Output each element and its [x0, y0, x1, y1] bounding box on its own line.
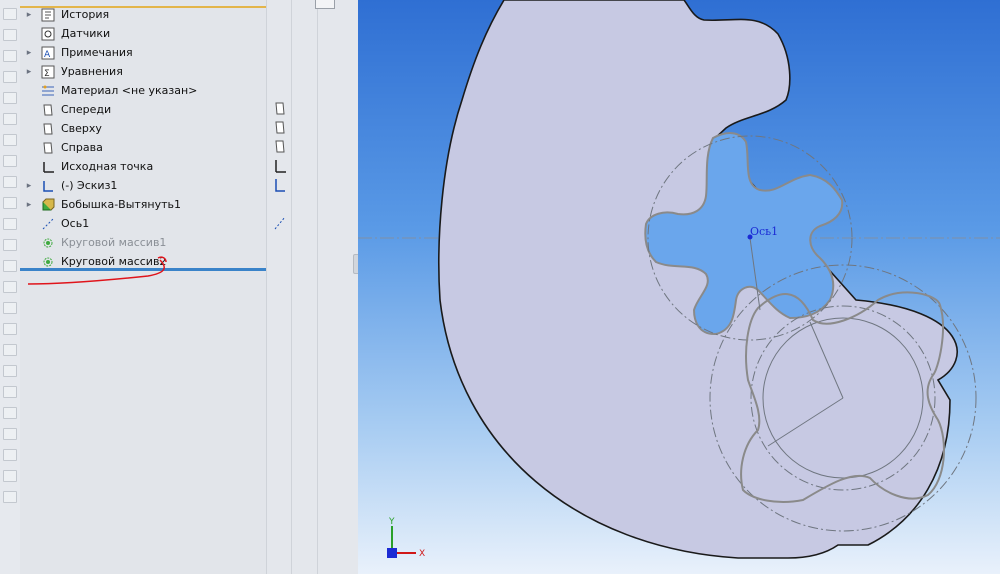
tree-item[interactable]: Исходная точка — [20, 157, 266, 176]
toolbar-tool-icon[interactable] — [3, 50, 17, 62]
command-toolbar-strip — [0, 0, 21, 574]
tree-item-label: История — [61, 8, 110, 21]
toolbar-tool-icon[interactable] — [3, 134, 17, 146]
toolbar-tool-icon[interactable] — [3, 239, 17, 251]
annotations-icon: A — [40, 45, 56, 61]
tree-item-label: Справа — [61, 141, 103, 154]
tree-item[interactable]: Справа — [20, 138, 266, 157]
tree-item[interactable]: ▸ (-) Эскиз1 — [20, 176, 266, 195]
toolbar-tool-icon[interactable] — [3, 155, 17, 167]
tree-item[interactable]: Сверху — [20, 119, 266, 138]
display-pane-divider — [291, 0, 292, 574]
display-origin-icon[interactable] — [273, 158, 287, 174]
tree-item[interactable]: Ось1 — [20, 214, 266, 233]
axis-icon — [40, 216, 56, 232]
tree-item-label: Бобышка-Вытянуть1 — [61, 198, 182, 211]
svg-text:A: A — [44, 50, 51, 60]
display-axis-icon[interactable] — [273, 215, 287, 231]
expand-arrow-icon[interactable]: ▸ — [22, 200, 36, 210]
display-plane-icon[interactable] — [273, 139, 287, 155]
toolbar-tool-icon[interactable] — [3, 344, 17, 356]
triad-y-label: Y — [388, 517, 395, 527]
plane-icon — [40, 121, 56, 137]
toolbar-tool-icon[interactable] — [3, 218, 17, 230]
tree-item-label: Исходная точка — [61, 160, 154, 173]
svg-text:Σ: Σ — [44, 69, 50, 79]
expand-arrow-icon[interactable]: ▸ — [22, 181, 36, 191]
origin-icon — [40, 159, 56, 175]
plane-icon — [40, 102, 56, 118]
tree-item[interactable]: ▸ A Примечания — [20, 43, 266, 62]
feature-tree-panel: ▸ История Датчики ▸ A Примечания ▸ Σ Уравнения Ма… — [20, 0, 266, 574]
extrude-icon — [40, 197, 56, 213]
toolbar-tool-icon[interactable] — [3, 8, 17, 20]
red-annotation-stroke — [27, 256, 167, 285]
equations-icon: Σ — [40, 64, 56, 80]
toolbar-tool-icon[interactable] — [3, 470, 17, 482]
toolbar-tool-icon[interactable] — [3, 281, 17, 293]
toolbar-tool-icon[interactable] — [3, 71, 17, 83]
sensor-icon — [40, 26, 56, 42]
display-plane-icon[interactable] — [273, 120, 287, 136]
plane-icon — [40, 140, 56, 156]
material-icon — [40, 83, 56, 99]
toolbar-tool-icon[interactable] — [3, 176, 17, 188]
expand-arrow-icon[interactable]: ▸ — [22, 10, 36, 20]
display-sketch-icon[interactable] — [273, 177, 287, 193]
tree-item[interactable]: ▸ Σ Уравнения — [20, 62, 266, 81]
toolbar-tool-icon[interactable] — [3, 197, 17, 209]
display-pane — [266, 0, 361, 574]
tree-item-label: (-) Эскиз1 — [61, 179, 118, 192]
tree-item-label: Датчики — [61, 27, 111, 40]
display-pane-divider-2 — [317, 0, 318, 574]
toolbar-tool-icon[interactable] — [3, 428, 17, 440]
tree-item[interactable]: ▸ Бобышка-Вытянуть1 — [20, 195, 266, 214]
toolbar-tool-icon[interactable] — [3, 407, 17, 419]
toolbar-tool-icon[interactable] — [3, 92, 17, 104]
tree-item[interactable]: Материал <не указан> — [20, 81, 266, 100]
coordinate-triad: Y X — [387, 517, 425, 559]
tree-item-label: Круговой массив1 — [61, 236, 167, 249]
toolbar-tool-icon[interactable] — [3, 365, 17, 377]
toolbar-tool-icon[interactable] — [3, 302, 17, 314]
tree-item[interactable]: Спереди — [20, 100, 266, 119]
tree-item-label: Сверху — [61, 122, 102, 135]
tree-item[interactable]: ▸ История — [20, 5, 266, 24]
tree-item-label: Ось1 — [61, 217, 90, 230]
tree-item-label: Примечания — [61, 46, 133, 59]
toolbar-tool-icon[interactable] — [3, 386, 17, 398]
part-body[interactable] — [438, 0, 958, 559]
toolbar-tool-icon[interactable] — [3, 449, 17, 461]
expand-arrow-icon[interactable]: ▸ — [22, 48, 36, 58]
toolbar-tool-icon[interactable] — [3, 113, 17, 125]
tree-item-label: Спереди — [61, 103, 112, 116]
history-icon — [40, 7, 56, 23]
display-plane-icon[interactable] — [273, 101, 287, 117]
model-canvas[interactable]: Ось1 Y X — [358, 0, 1000, 574]
tree-item-label: Материал <не указан> — [61, 84, 198, 97]
toolbar-tool-icon[interactable] — [3, 29, 17, 41]
toolbar-tool-icon[interactable] — [3, 491, 17, 503]
axis-label: Ось1 — [750, 225, 778, 238]
sketch-icon — [40, 178, 56, 194]
pane-toggle-button[interactable] — [315, 0, 335, 9]
expand-arrow-icon[interactable]: ▸ — [22, 67, 36, 77]
tree-item[interactable]: Датчики — [20, 24, 266, 43]
triad-x-label: X — [419, 549, 425, 559]
toolbar-tool-icon[interactable] — [3, 323, 17, 335]
circular-pattern-icon — [40, 235, 56, 251]
graphics-viewport[interactable]: Ось1 Y X — [358, 0, 1000, 574]
tree-item-label: Уравнения — [61, 65, 123, 78]
toolbar-tool-icon[interactable] — [3, 260, 17, 272]
